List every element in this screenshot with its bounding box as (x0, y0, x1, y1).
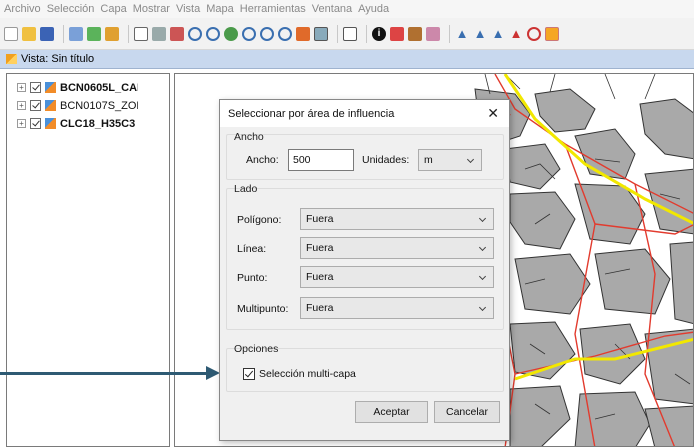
linea-select[interactable]: Fuera (300, 237, 494, 259)
measure-distance-icon[interactable] (390, 26, 404, 41)
locator-icon[interactable] (314, 26, 328, 41)
menu-archivo[interactable]: Archivo (4, 3, 41, 15)
chevron-down-icon (478, 243, 487, 252)
zoom-full-icon[interactable] (152, 26, 166, 41)
chevron-down-icon (478, 272, 487, 281)
multipunto-label: Multipunto: (237, 303, 289, 315)
buffer-selection-dialog: Seleccionar por área de influencia ✕ Anc… (219, 99, 510, 441)
punto-label: Punto: (237, 272, 268, 284)
expand-icon[interactable]: + (17, 83, 26, 92)
add-layer-icon[interactable] (87, 26, 101, 41)
new-document-icon[interactable] (4, 26, 18, 41)
import-icon[interactable] (105, 26, 119, 41)
toolbar-separator (337, 24, 338, 43)
expand-icon[interactable]: + (17, 101, 26, 110)
zoom-layer-icon[interactable] (278, 26, 292, 41)
table-icon[interactable] (343, 26, 357, 41)
menu-mostrar[interactable]: Mostrar (133, 3, 170, 15)
unidades-value: m (424, 154, 433, 166)
globe-zoom-icon[interactable] (224, 26, 238, 41)
menu-mapa[interactable]: Mapa (206, 3, 234, 15)
layer-item[interactable]: + BCN0107S_ZON_ (17, 99, 138, 112)
zoom-extent-icon[interactable] (170, 26, 184, 41)
select-polygon-icon[interactable]: ▲ (491, 27, 505, 41)
layer-name: CLC18_H35C3 (60, 117, 136, 130)
zoom-previous-icon[interactable] (242, 26, 256, 41)
chevron-down-icon (478, 214, 487, 223)
vector-layer-icon (45, 118, 56, 129)
multipunto-value: Fuera (306, 302, 334, 314)
multicapa-label: Selección multi-capa (259, 368, 356, 380)
toolbar-separator (128, 24, 129, 43)
layer-visibility-checkbox[interactable] (30, 82, 41, 93)
vector-layer-icon (45, 100, 56, 111)
pan-hand-icon[interactable] (134, 26, 148, 41)
annotation-arrow-line (0, 372, 208, 375)
linea-value: Fuera (306, 242, 334, 254)
zoom-select-icon[interactable] (260, 26, 274, 41)
ancho-label: Ancho: (246, 154, 279, 166)
linea-label: Línea: (237, 243, 267, 255)
expand-icon[interactable]: + (17, 119, 26, 128)
menu-ventana[interactable]: Ventana (312, 3, 352, 15)
opciones-group-label: Opciones (234, 343, 279, 355)
layer-item[interactable]: + BCN0605L_CAI (17, 81, 138, 94)
layer-item[interactable]: + CLC18_H35C3 (17, 117, 138, 130)
select-rectangle-icon[interactable]: ▲ (473, 27, 487, 41)
cancel-button[interactable]: Cancelar (434, 401, 500, 423)
dialog-titlebar: Seleccionar por área de influencia ✕ (220, 100, 509, 127)
info-icon[interactable]: i (372, 26, 386, 41)
unidades-label: Unidades: (362, 154, 410, 166)
layer-visibility-checkbox[interactable] (30, 100, 41, 111)
poligono-value: Fuera (306, 213, 334, 225)
toolbar: i ▲ ▲ ▲ ▲ (0, 18, 694, 50)
zoom-out-icon[interactable] (206, 26, 220, 41)
layer-name: BCN0605L_CAI (60, 81, 138, 94)
chevron-down-icon (466, 155, 475, 164)
menu-capa[interactable]: Capa (100, 3, 126, 15)
chevron-down-icon (478, 303, 487, 312)
poligono-label: Polígono: (237, 214, 282, 226)
view-title: Vista: Sin título (21, 53, 95, 65)
select-buffer-icon[interactable]: ▲ (509, 27, 523, 41)
layer-toc-panel: + BCN0605L_CAI + BCN0107S_ZON_ + CLC18_H… (6, 73, 170, 447)
toolbar-separator (63, 24, 64, 43)
multipunto-select[interactable]: Fuera (300, 297, 494, 319)
measure-area-icon[interactable] (408, 26, 422, 41)
zoom-in-icon[interactable] (188, 26, 202, 41)
menu-vista[interactable]: Vista (176, 3, 200, 15)
lado-group-label: Lado (234, 183, 258, 195)
layer-name: BCN0107S_ZON_ (60, 99, 138, 112)
annotation-arrow-head (206, 366, 220, 380)
select-pointer-icon[interactable]: ▲ (455, 27, 469, 41)
poligono-select[interactable]: Fuera (300, 208, 494, 230)
menu-seleccion[interactable]: Selección (47, 3, 95, 15)
toolbar-separator (449, 24, 450, 43)
save-icon[interactable] (40, 26, 54, 41)
accept-button[interactable]: Aceptar (355, 401, 428, 423)
ancho-group-label: Ancho (234, 131, 264, 143)
select-highlight-icon[interactable] (545, 26, 559, 41)
menu-ayuda[interactable]: Ayuda (358, 3, 389, 15)
vector-layer-icon (45, 82, 56, 93)
view-titlebar: Vista: Sin título (0, 50, 694, 69)
unidades-select[interactable]: m (418, 149, 482, 171)
punto-value: Fuera (306, 271, 334, 283)
open-folder-icon[interactable] (22, 26, 36, 41)
close-icon[interactable]: ✕ (487, 106, 499, 120)
multicapa-checkbox[interactable] (243, 368, 255, 380)
layer-visibility-checkbox[interactable] (30, 118, 41, 129)
dialog-title: Seleccionar por área de influencia (228, 107, 395, 120)
toolbar-separator (366, 24, 367, 43)
open-project-icon[interactable] (69, 26, 83, 41)
overview-icon[interactable] (296, 26, 310, 41)
ancho-input[interactable]: 500 (288, 149, 354, 171)
view-icon (6, 54, 17, 64)
menu-herramientas[interactable]: Herramientas (240, 3, 306, 15)
menu-bar: Archivo Selección Capa Mostrar Vista Map… (0, 0, 694, 18)
select-circle-icon[interactable] (527, 26, 541, 41)
eraser-icon[interactable] (426, 26, 440, 41)
punto-select[interactable]: Fuera (300, 266, 494, 288)
